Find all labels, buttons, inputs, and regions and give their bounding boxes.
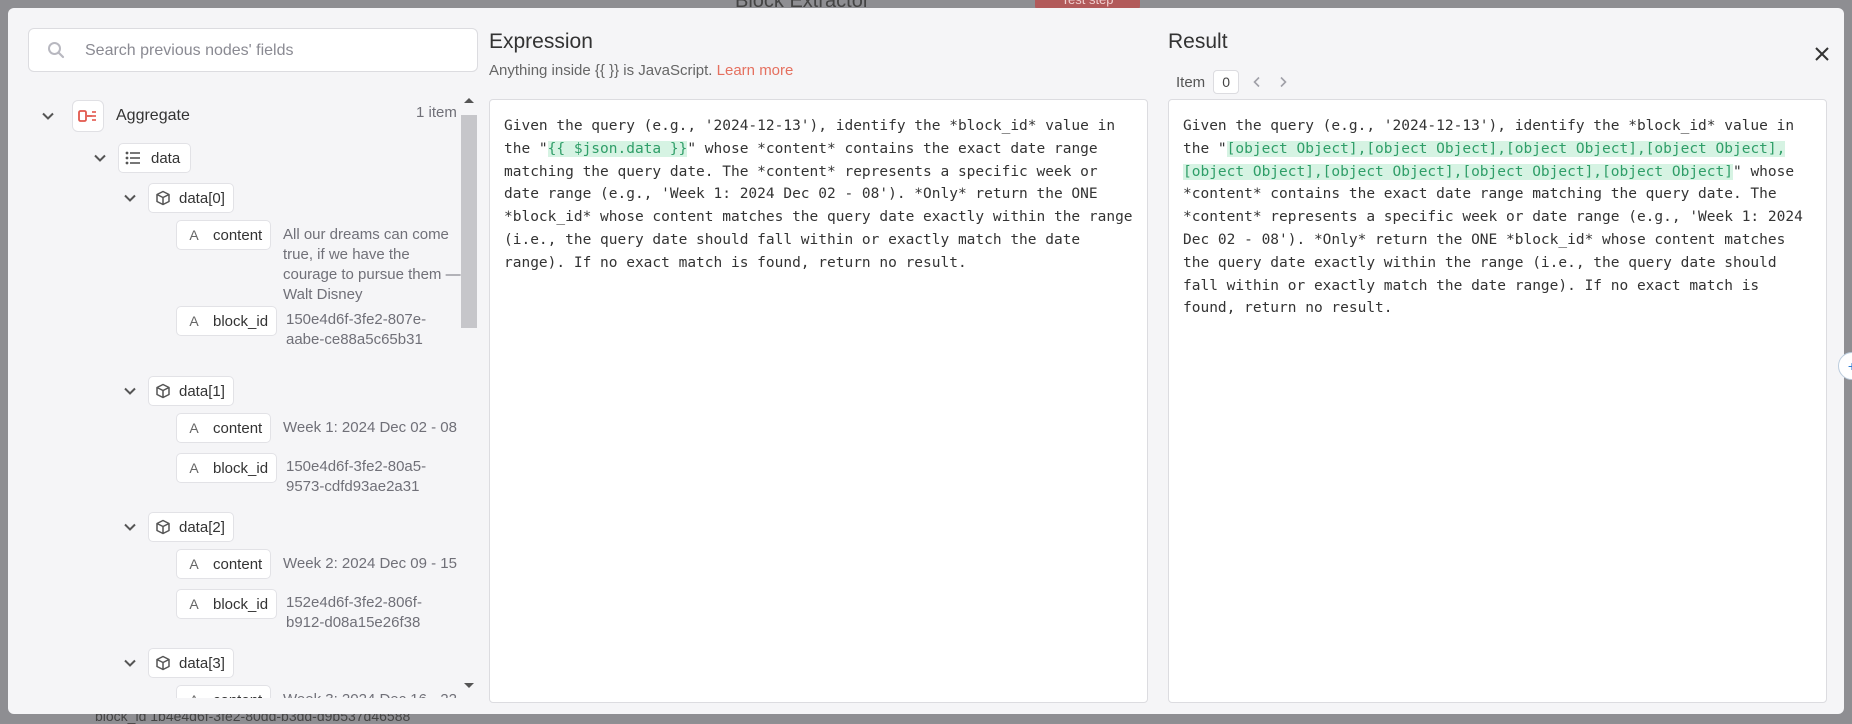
expression-hint: Anything inside {{ }} is JavaScript. Lea…: [489, 62, 793, 79]
search-box[interactable]: [28, 28, 478, 72]
field-name: data[1]: [179, 382, 225, 400]
field-chip-content[interactable]: A content: [176, 220, 272, 250]
field-value: All our dreams can come true, if we have…: [283, 226, 461, 303]
field-name: content: [213, 555, 263, 573]
field-value: Week 3: 2024 Dec 16 - 22: [283, 690, 463, 698]
close-button[interactable]: [1808, 40, 1836, 68]
text-type-icon: A: [189, 556, 199, 572]
expression-text-after: " whose *content* contains the exact dat…: [504, 140, 1133, 271]
result-text-after: " whose *content* contains the exact dat…: [1183, 163, 1803, 317]
expression-title: Expression: [489, 30, 593, 53]
field-value: Week 2: 2024 Dec 09 - 15: [283, 555, 457, 572]
field-name: data[2]: [179, 518, 225, 536]
search-icon: [48, 42, 65, 59]
close-icon: [1815, 47, 1829, 61]
field-value: 152e4d6f-3fe2-806f-b912-d08a15e26f38: [286, 594, 422, 631]
field-value: 150e4d6f-3fe2-80a5-9573-cdfd93ae2a31: [286, 458, 427, 495]
input-fields-tree: Aggregate 1 item data data[0] A content …: [28, 88, 464, 698]
field-name: block_id: [213, 459, 269, 477]
field-chip-block-id[interactable]: A block_id: [176, 453, 278, 483]
field-name: block_id: [213, 595, 269, 613]
item-index-input[interactable]: 0: [1213, 70, 1240, 94]
field-chip-content[interactable]: A content: [176, 549, 272, 579]
text-type-icon: A: [183, 692, 205, 698]
field-value: 150e4d6f-3fe2-807e-aabe-ce88a5c65b31: [286, 311, 427, 348]
text-type-icon: A: [189, 596, 199, 612]
field-chip-data-2[interactable]: data[2]: [148, 512, 234, 542]
field-chip-data-3[interactable]: data[3]: [148, 648, 234, 678]
result-title: Result: [1168, 30, 1228, 53]
tree-node-aggregate[interactable]: Aggregate: [40, 100, 190, 132]
node-label: Aggregate: [116, 107, 190, 124]
chevron-right-icon: [1280, 76, 1287, 88]
chevron-down-icon[interactable]: [122, 519, 138, 535]
aggregate-node-icon: [72, 100, 104, 132]
item-count: 1 item: [416, 104, 457, 121]
field-name: content: [213, 419, 263, 437]
field-name: data[0]: [179, 189, 225, 207]
next-item-button[interactable]: [1275, 74, 1291, 90]
search-input[interactable]: [83, 37, 467, 65]
scroll-up-arrow-icon[interactable]: [462, 94, 476, 106]
field-chip-data[interactable]: data: [118, 143, 192, 173]
result-output: Given the query (e.g., '2024-12-13'), id…: [1168, 99, 1827, 703]
cube-icon: [156, 519, 170, 535]
chevron-down-icon[interactable]: [122, 190, 138, 206]
field-name: content: [213, 226, 263, 244]
cube-icon: [156, 655, 170, 671]
chevron-down-icon[interactable]: [122, 655, 138, 671]
text-type-icon: A: [189, 313, 199, 329]
text-type-icon: A: [189, 420, 199, 436]
learn-more-link[interactable]: Learn more: [717, 62, 794, 79]
field-name: data: [151, 149, 181, 167]
hint-text: Anything inside {{ }} is JavaScript.: [489, 62, 713, 79]
chevron-down-icon[interactable]: [40, 108, 56, 124]
tree-node-data-1[interactable]: data[1]: [122, 376, 234, 406]
field-chip-content[interactable]: A content: [176, 413, 272, 443]
field-chip-data-1[interactable]: data[1]: [148, 376, 234, 406]
previous-item-button[interactable]: [1249, 74, 1265, 90]
field-name: content: [213, 692, 262, 699]
field-name: data[3]: [179, 654, 225, 672]
field-chip-content[interactable]: A content: [176, 685, 272, 699]
field-chip-block-id[interactable]: A block_id: [176, 306, 278, 336]
tree-node-data-0[interactable]: data[0]: [122, 183, 234, 213]
tree-node-data[interactable]: data: [92, 143, 192, 173]
chevron-down-icon[interactable]: [122, 383, 138, 399]
expression-highlight: {{ $json.data }}: [547, 140, 688, 157]
field-chip-block-id[interactable]: A block_id: [176, 589, 278, 619]
expression-editor-modal: Aggregate 1 item data data[0]: [8, 8, 1844, 714]
tree-node-data-2[interactable]: data[2]: [122, 512, 234, 542]
cube-icon: [156, 190, 170, 206]
cube-icon: [156, 383, 170, 399]
item-label: Item: [1176, 73, 1206, 91]
item-navigator: Item 0: [1176, 70, 1291, 94]
chevron-left-icon: [1253, 76, 1260, 88]
field-name: block_id: [213, 312, 269, 330]
result-highlight: [object Object],[object Object],[object …: [1183, 140, 1786, 180]
expression-editor[interactable]: Given the query (e.g., '2024-12-13'), id…: [489, 99, 1148, 703]
text-type-icon: A: [189, 460, 199, 476]
field-value: Week 1: 2024 Dec 02 - 08: [283, 419, 457, 436]
text-type-icon: A: [189, 227, 199, 243]
chevron-down-icon[interactable]: [92, 150, 108, 166]
scroll-down-arrow-icon[interactable]: [462, 680, 476, 692]
field-chip-data-0[interactable]: data[0]: [148, 183, 234, 213]
list-icon: [125, 151, 140, 165]
tree-node-data-3[interactable]: data[3]: [122, 648, 234, 678]
tree-scrollbar-thumb[interactable]: [461, 115, 477, 328]
